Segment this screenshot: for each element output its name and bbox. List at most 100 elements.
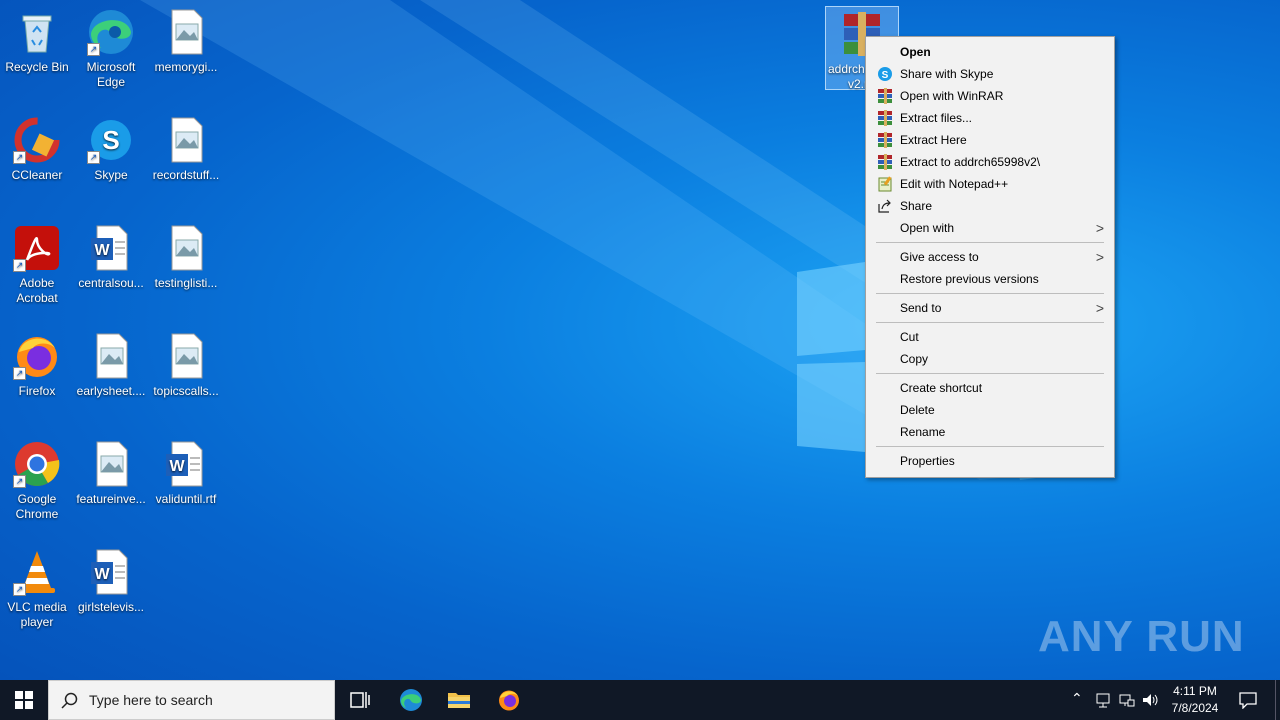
desktop-icon-label: centralsou... bbox=[78, 276, 144, 290]
menu-item-label: Create shortcut bbox=[900, 381, 983, 395]
taskbar: Type here to search ⌃ 4:11 PM 7/8/2024 bbox=[0, 680, 1280, 720]
desktop-icon-testinglisti[interactable]: testinglisti... bbox=[150, 224, 222, 291]
menu-item-share-with-skype[interactable]: S Share with Skype bbox=[866, 63, 1114, 85]
menu-item-label: Open with WinRAR bbox=[900, 89, 1004, 103]
image-file-icon bbox=[162, 8, 210, 56]
desktop-icon-label: earlysheet.... bbox=[76, 384, 146, 398]
menu-item-label: Rename bbox=[900, 425, 946, 439]
menu-item-label: Extract files... bbox=[900, 111, 973, 125]
shortcut-arrow-icon: ↗ bbox=[13, 475, 26, 488]
start-button[interactable] bbox=[0, 680, 48, 720]
menu-item-label: Edit with Notepad++ bbox=[900, 177, 1009, 191]
task-view-button[interactable] bbox=[348, 688, 372, 712]
recycle-bin-icon bbox=[13, 8, 61, 56]
edge-icon: ↗ bbox=[87, 8, 135, 56]
menu-item-open-with-winrar[interactable]: Open with WinRAR bbox=[866, 85, 1114, 107]
menu-item-restore-previous-versions[interactable]: Restore previous versions bbox=[866, 268, 1114, 290]
menu-item-rename[interactable]: Rename bbox=[866, 421, 1114, 443]
share-icon bbox=[877, 198, 893, 214]
menu-item-properties[interactable]: Properties bbox=[866, 450, 1114, 472]
word-document-icon: W bbox=[87, 224, 135, 272]
network-drive-icon[interactable] bbox=[1095, 692, 1111, 708]
menu-item-label: Share bbox=[900, 199, 933, 213]
search-placeholder: Type here to search bbox=[89, 692, 213, 708]
menu-item-send-to[interactable]: Send to > bbox=[866, 297, 1114, 319]
desktop-icon-adobe-acrobat[interactable]: ↗ Adobe Acrobat bbox=[1, 224, 73, 306]
desktop-icon-girlstelevis[interactable]: W girlstelevis... bbox=[75, 548, 147, 615]
vlc-cone-icon: ↗ bbox=[13, 548, 61, 596]
notifications-icon[interactable] bbox=[1238, 691, 1258, 709]
desktop-icon-label: topicscalls... bbox=[153, 384, 219, 398]
menu-item-extract-files[interactable]: Extract files... bbox=[866, 107, 1114, 129]
desktop-icon-label: girlstelevis... bbox=[77, 600, 145, 614]
clock-date: 7/8/2024 bbox=[1171, 701, 1219, 715]
winrar-icon bbox=[877, 154, 893, 170]
taskbar-edge-button[interactable] bbox=[399, 688, 423, 712]
menu-separator bbox=[876, 322, 1104, 323]
menu-item-create-shortcut[interactable]: Create shortcut bbox=[866, 377, 1114, 399]
desktop-icon-featureinve[interactable]: featureinve... bbox=[75, 440, 147, 507]
image-file-icon bbox=[162, 116, 210, 164]
menu-item-extract-to-folder[interactable]: Extract to addrch65998v2\ bbox=[866, 151, 1114, 173]
desktop-icon-google-chrome[interactable]: ↗ Google Chrome bbox=[1, 440, 73, 522]
desktop-icon-recordstuff[interactable]: recordstuff... bbox=[150, 116, 222, 183]
menu-item-label: Open with bbox=[900, 221, 955, 235]
adobe-acrobat-icon: ↗ bbox=[13, 224, 61, 272]
clock[interactable]: 4:11 PM 7/8/2024 bbox=[1166, 683, 1224, 717]
desktop-icon-skype[interactable]: S ↗ Skype bbox=[75, 116, 147, 183]
skype-icon: S ↗ bbox=[87, 116, 135, 164]
desktop-icon-label: recordstuff... bbox=[152, 168, 220, 182]
ccleaner-icon: ↗ bbox=[13, 116, 61, 164]
menu-item-cut[interactable]: Cut bbox=[866, 326, 1114, 348]
desktop-icon-microsoft-edge[interactable]: ↗ Microsoft Edge bbox=[75, 8, 147, 90]
menu-item-open[interactable]: Open bbox=[866, 41, 1114, 63]
anyrun-watermark: ANY RUN bbox=[1038, 612, 1245, 661]
menu-item-give-access-to[interactable]: Give access to > bbox=[866, 246, 1114, 268]
desktop-icon-memorygi[interactable]: memorygi... bbox=[150, 8, 222, 75]
desktop-icon-validuntil[interactable]: W validuntil.rtf bbox=[150, 440, 222, 507]
taskbar-search-box[interactable]: Type here to search bbox=[48, 680, 335, 720]
winrar-icon bbox=[877, 132, 893, 148]
show-hidden-icons-chevron[interactable]: ⌃ bbox=[1071, 690, 1083, 707]
taskbar-file-explorer-button[interactable] bbox=[447, 688, 471, 712]
menu-item-copy[interactable]: Copy bbox=[866, 348, 1114, 370]
network-icon[interactable] bbox=[1119, 692, 1135, 708]
menu-separator bbox=[876, 446, 1104, 447]
image-file-icon bbox=[87, 332, 135, 380]
menu-item-label: Send to bbox=[900, 301, 942, 315]
desktop-icon-label: Adobe Acrobat bbox=[16, 276, 58, 305]
menu-item-extract-here[interactable]: Extract Here bbox=[866, 129, 1114, 151]
shortcut-arrow-icon: ↗ bbox=[13, 583, 26, 596]
desktop-icon-recycle-bin[interactable]: Recycle Bin bbox=[1, 8, 73, 75]
menu-item-label: Copy bbox=[900, 352, 929, 366]
windows-logo-icon bbox=[15, 691, 33, 709]
winrar-icon bbox=[877, 88, 893, 104]
menu-item-open-with[interactable]: Open with > bbox=[866, 217, 1114, 239]
desktop-icon-topicscalls[interactable]: topicscalls... bbox=[150, 332, 222, 399]
desktop-icon-firefox[interactable]: ↗ Firefox bbox=[1, 332, 73, 399]
firefox-icon bbox=[499, 690, 519, 711]
desktop-icon-label: Google Chrome bbox=[15, 492, 59, 521]
shortcut-arrow-icon: ↗ bbox=[87, 43, 100, 56]
context-menu: Open S Share with Skype Open with WinRAR… bbox=[865, 36, 1115, 478]
menu-item-delete[interactable]: Delete bbox=[866, 399, 1114, 421]
desktop-icon-label: CCleaner bbox=[11, 168, 63, 182]
svg-text:S: S bbox=[882, 70, 889, 81]
desktop-icon-vlc[interactable]: ↗ VLC media player bbox=[1, 548, 73, 630]
menu-item-edit-with-notepadpp[interactable]: Edit with Notepad++ bbox=[866, 173, 1114, 195]
image-file-icon bbox=[87, 440, 135, 488]
menu-item-label: Properties bbox=[900, 454, 955, 468]
menu-item-label: Restore previous versions bbox=[900, 272, 1039, 286]
desktop-icon-centralsou[interactable]: W centralsou... bbox=[75, 224, 147, 291]
menu-item-share[interactable]: Share bbox=[866, 195, 1114, 217]
volume-icon[interactable] bbox=[1142, 692, 1160, 708]
clock-time: 4:11 PM bbox=[1173, 684, 1217, 698]
folder-icon bbox=[448, 693, 470, 708]
skype-icon: S bbox=[877, 66, 893, 82]
show-desktop-button[interactable] bbox=[1275, 680, 1280, 720]
desktop-icon-earlysheet[interactable]: earlysheet.... bbox=[75, 332, 147, 399]
desktop-icon-ccleaner[interactable]: ↗ CCleaner bbox=[1, 116, 73, 183]
taskbar-firefox-button[interactable] bbox=[497, 688, 521, 712]
menu-item-label: Cut bbox=[900, 330, 919, 344]
desktop-icon-label: Microsoft Edge bbox=[86, 60, 136, 89]
